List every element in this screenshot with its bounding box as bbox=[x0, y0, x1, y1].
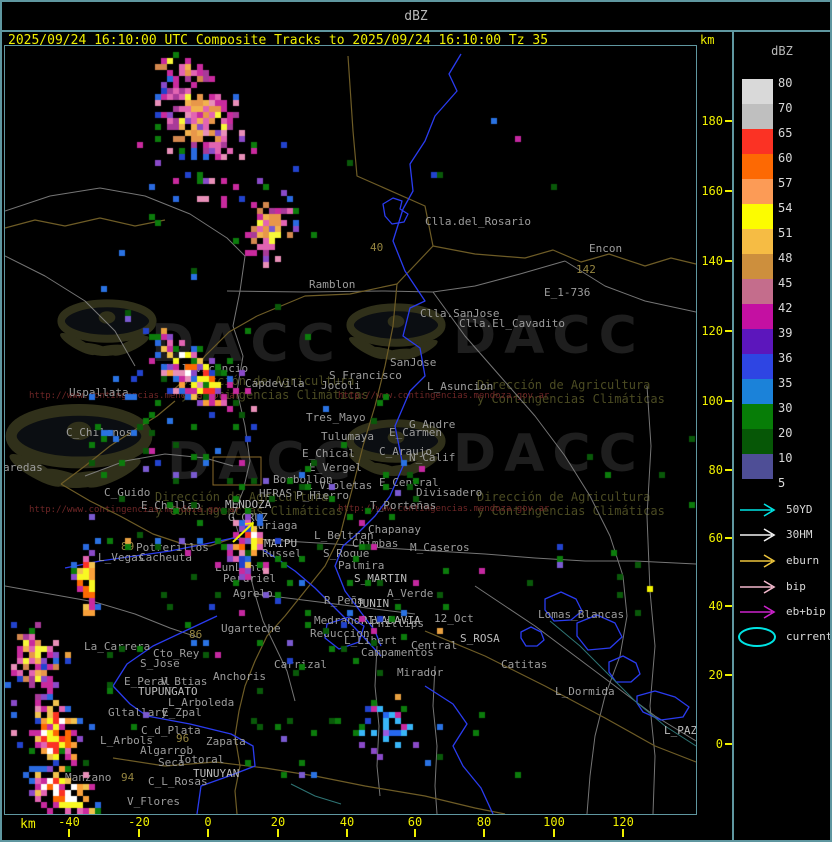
right-axis-tick-mark bbox=[725, 674, 732, 676]
legend-item-bip: bip bbox=[736, 575, 806, 597]
dbz-scale-block bbox=[742, 129, 773, 154]
bottom-axis-tick-mark bbox=[207, 829, 209, 837]
bottom-km-axis: km -40 -20 0 20 40 60 80 100 120 bbox=[4, 813, 732, 840]
bottom-axis-unit-label: km bbox=[20, 817, 36, 832]
dbz-scale-block bbox=[742, 229, 773, 254]
right-km-axis: 180 160 140 120 100 80 60 40 20 0 bbox=[697, 45, 732, 813]
right-axis-tick-label: 180 bbox=[701, 114, 723, 128]
dbz-scale-value: 5 bbox=[778, 476, 786, 490]
dbz-scale-block bbox=[742, 354, 773, 379]
dbz-scale-block bbox=[742, 329, 773, 354]
bottom-axis-tick-label: 60 bbox=[407, 815, 423, 829]
dbz-scale-value: 36 bbox=[778, 351, 793, 365]
dbz-scale-value: 45 bbox=[778, 276, 793, 290]
track-arrow-icon bbox=[740, 580, 776, 594]
bottom-axis-tick-label: 20 bbox=[270, 815, 286, 829]
right-axis-tick-label: 120 bbox=[701, 324, 723, 338]
radar-map-viewport: DACCDirección de Agriculturay Contingenc… bbox=[4, 45, 697, 815]
dbz-scale-block bbox=[742, 254, 773, 279]
current-cell-icon bbox=[738, 627, 776, 647]
legend-item-eburn: eburn bbox=[736, 549, 819, 571]
right-axis-tick-mark bbox=[725, 743, 732, 745]
right-axis-tick-mark bbox=[725, 120, 732, 122]
track-arrow-icon bbox=[740, 605, 776, 619]
dbz-scale-block bbox=[742, 379, 773, 404]
legend-item-label: eburn bbox=[786, 554, 820, 567]
dbz-scale-value: 20 bbox=[778, 426, 793, 440]
track-arrow-icon bbox=[740, 528, 776, 542]
title-bar: dBZ bbox=[2, 2, 830, 32]
track-arrow-icon bbox=[740, 554, 776, 568]
right-axis-tick-mark bbox=[725, 605, 732, 607]
bottom-axis-tick-label: 0 bbox=[204, 815, 212, 829]
dbz-scale-value: 48 bbox=[778, 251, 793, 265]
bottom-axis-tick-mark bbox=[138, 829, 140, 837]
right-axis-tick-mark bbox=[725, 400, 732, 402]
dbz-scale-value: 57 bbox=[778, 176, 793, 190]
legend-panel: dBZ 80 70 65 60 57 54 51 48 45 42 39 36 35 30 20 10 5 50… bbox=[734, 30, 830, 840]
bottom-axis-tick-label: 100 bbox=[543, 815, 565, 829]
right-axis-tick-label: 20 bbox=[708, 668, 723, 682]
bottom-axis-tick-label: -40 bbox=[58, 815, 80, 829]
legend-item-label: eb+bip bbox=[786, 605, 826, 618]
radar-app-window: dBZ 2025/09/24 16:10:00 UTC Composite Tr… bbox=[0, 0, 832, 842]
right-axis-tick-label: 100 bbox=[701, 394, 723, 408]
dbz-scale-value: 10 bbox=[778, 451, 793, 465]
bottom-axis-tick-mark bbox=[414, 829, 416, 837]
dbz-scale-value: 39 bbox=[778, 326, 793, 340]
legend-item-30HM: 30HM bbox=[736, 523, 813, 545]
bottom-axis-tick-mark bbox=[553, 829, 555, 837]
dbz-scale-value: 60 bbox=[778, 151, 793, 165]
title-dbz-label: dBZ bbox=[404, 8, 428, 24]
dbz-scale-block bbox=[742, 79, 773, 104]
dbz-scale-block bbox=[742, 179, 773, 204]
bottom-axis-tick-label: 120 bbox=[612, 815, 634, 829]
legend-item-current: current bbox=[736, 625, 830, 647]
bottom-axis-tick-mark bbox=[622, 829, 624, 837]
bottom-axis-tick-mark bbox=[277, 829, 279, 837]
legend-item-label: 30HM bbox=[786, 528, 813, 541]
bottom-axis-tick-mark bbox=[68, 829, 70, 837]
legend-item-ebbip: eb+bip bbox=[736, 600, 826, 622]
dbz-scale-value: 65 bbox=[778, 126, 793, 140]
right-axis-tick-mark bbox=[725, 537, 732, 539]
bottom-axis-tick-label: 40 bbox=[339, 815, 355, 829]
dbz-scale-value: 80 bbox=[778, 76, 793, 90]
right-axis-tick-mark bbox=[725, 260, 732, 262]
dbz-scale-value: 54 bbox=[778, 201, 793, 215]
dbz-scale-value: 35 bbox=[778, 376, 793, 390]
dbz-scale-value: 42 bbox=[778, 301, 793, 315]
right-axis-tick-label: 40 bbox=[708, 599, 723, 613]
right-axis-tick-mark bbox=[725, 469, 732, 471]
right-axis-tick-label: 140 bbox=[701, 254, 723, 268]
dbz-scale-value: 30 bbox=[778, 401, 793, 415]
panel-dbz-label: dBZ bbox=[771, 44, 793, 58]
dbz-scale-block bbox=[742, 154, 773, 179]
bottom-axis-tick-mark bbox=[346, 829, 348, 837]
legend-item-label: current bbox=[786, 630, 832, 643]
bottom-axis-tick-label: -20 bbox=[128, 815, 150, 829]
track-arrow-icon bbox=[740, 503, 776, 517]
right-axis-tick-label: 60 bbox=[708, 531, 723, 545]
bottom-axis-tick-mark bbox=[483, 829, 485, 837]
dbz-scale-block bbox=[742, 454, 773, 479]
right-axis-tick-mark bbox=[725, 330, 732, 332]
storm-track-layer bbox=[232, 522, 254, 543]
legend-item-label: 50YD bbox=[786, 503, 813, 516]
right-axis-tick-label: 80 bbox=[708, 463, 723, 477]
legend-item-50YD: 50YD bbox=[736, 498, 813, 520]
dbz-scale-block bbox=[742, 304, 773, 329]
dbz-scale-block bbox=[742, 279, 773, 304]
dbz-scale-value: 70 bbox=[778, 101, 793, 115]
dbz-scale-block bbox=[742, 204, 773, 229]
right-axis-tick-label: 0 bbox=[715, 737, 723, 751]
dbz-scale-block bbox=[742, 429, 773, 454]
right-axis-tick-mark bbox=[725, 190, 732, 192]
right-axis-tick-label: 160 bbox=[701, 184, 723, 198]
dbz-scale-value: 51 bbox=[778, 226, 793, 240]
dbz-scale-block bbox=[742, 404, 773, 429]
legend-item-label: bip bbox=[786, 580, 806, 593]
bottom-axis-tick-label: 80 bbox=[476, 815, 492, 829]
dbz-scale-block bbox=[742, 104, 773, 129]
